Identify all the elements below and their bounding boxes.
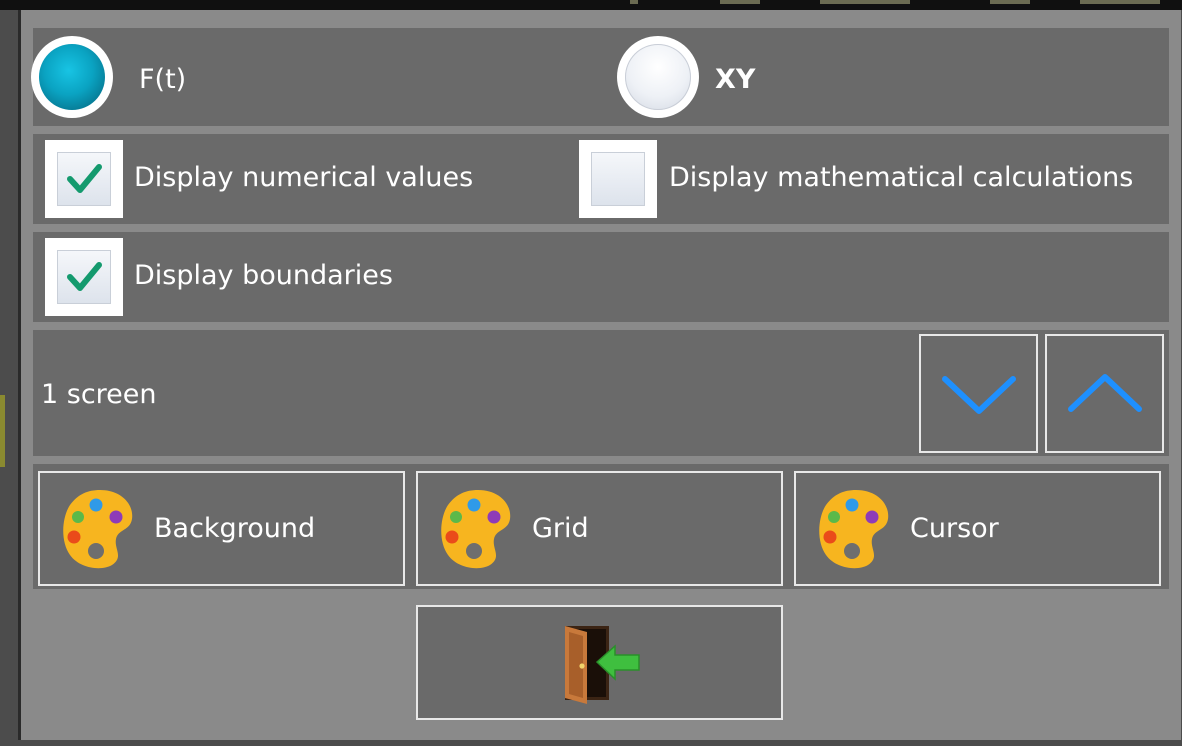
grid-color-label: Grid bbox=[532, 513, 589, 544]
chevron-down-icon bbox=[941, 375, 1016, 414]
exit-button[interactable] bbox=[416, 605, 783, 720]
math-calculations-checkbox-box bbox=[591, 152, 645, 206]
screens-row: 1 screen bbox=[33, 330, 1169, 456]
boundaries-row: Display boundaries bbox=[33, 232, 1169, 322]
display-settings-dialog: F(t) XY Display numerical values Display… bbox=[18, 10, 1181, 740]
numerical-values-checkbox[interactable] bbox=[45, 140, 123, 218]
background-color-button[interactable]: Background bbox=[38, 471, 405, 586]
cursor-color-button[interactable]: Cursor bbox=[794, 471, 1161, 586]
background-window-edge bbox=[0, 395, 5, 467]
boundaries-checkbox[interactable] bbox=[45, 238, 123, 316]
boundaries-label: Display boundaries bbox=[134, 260, 393, 291]
numerical-values-checkbox-box bbox=[57, 152, 111, 206]
grid-color-button[interactable]: Grid bbox=[416, 471, 783, 586]
exit-door-icon bbox=[564, 625, 640, 704]
checkmark-icon bbox=[67, 262, 102, 291]
palette-icon bbox=[819, 490, 889, 569]
math-calculations-checkbox[interactable] bbox=[579, 140, 657, 218]
screens-value: 1 screen bbox=[41, 379, 157, 410]
boundaries-checkbox-box bbox=[57, 250, 111, 304]
mode-row: F(t) XY bbox=[31, 28, 1169, 126]
screens-decrease-button[interactable] bbox=[919, 334, 1038, 453]
ft-radio-label: F(t) bbox=[139, 64, 187, 95]
chevron-up-icon bbox=[1067, 373, 1142, 412]
xy-radio-indicator bbox=[625, 44, 691, 110]
display-options-row: Display numerical values Display mathema… bbox=[33, 134, 1169, 224]
math-calculations-label: Display mathematical calculations bbox=[669, 162, 1134, 193]
numerical-values-label: Display numerical values bbox=[134, 162, 474, 193]
screens-increase-button[interactable] bbox=[1045, 334, 1164, 453]
cursor-color-label: Cursor bbox=[910, 513, 999, 544]
palette-icon bbox=[441, 490, 511, 569]
xy-radio[interactable] bbox=[617, 36, 699, 118]
palette-icon bbox=[63, 490, 133, 569]
background-color-label: Background bbox=[154, 513, 316, 544]
xy-radio-label: XY bbox=[715, 64, 756, 95]
ft-radio-indicator bbox=[39, 44, 105, 110]
background-window-strip bbox=[0, 0, 1182, 10]
ft-radio[interactable] bbox=[31, 36, 113, 118]
checkmark-icon bbox=[67, 164, 102, 193]
